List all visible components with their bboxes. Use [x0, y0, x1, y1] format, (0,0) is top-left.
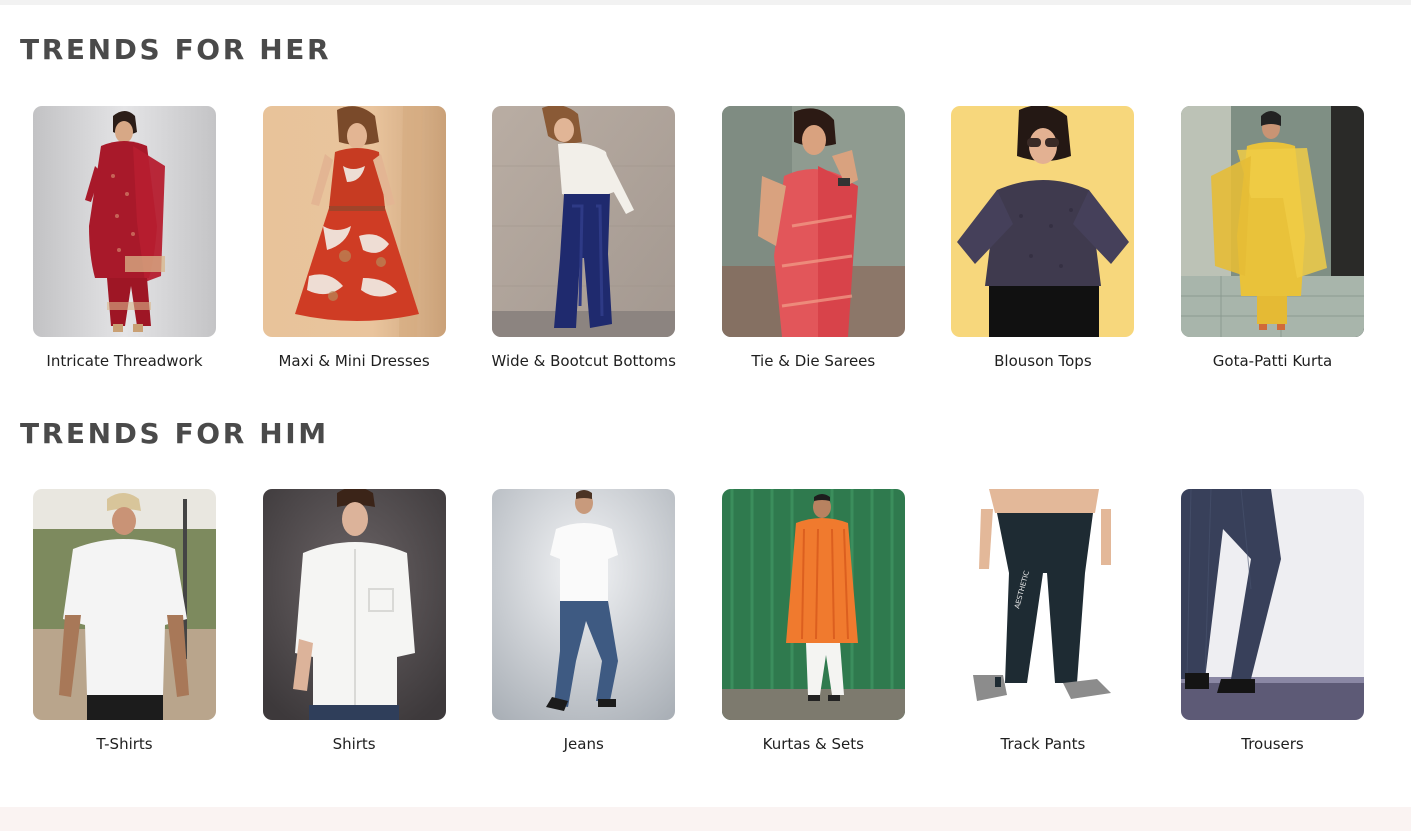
- card-label[interactable]: Wide & Bootcut Bottoms: [472, 352, 695, 370]
- section-title-her: TRENDS FOR HER: [20, 33, 332, 66]
- card-shirts[interactable]: Shirts: [262, 489, 446, 761]
- man-trousers-photo[interactable]: [1181, 489, 1364, 720]
- man-blue-jeans-photo[interactable]: [492, 489, 676, 720]
- card-track-pants[interactable]: AESTHETIC Track Pants: [951, 489, 1135, 761]
- woman-yellow-kurta-photo[interactable]: [1181, 106, 1364, 337]
- card-label[interactable]: Jeans: [472, 735, 695, 753]
- her-trends-grid: Intricate Threadwork Maxi & Mini Dresses…: [33, 106, 1364, 378]
- card-jeans[interactable]: Jeans: [492, 489, 676, 761]
- card-tie-die-sarees[interactable]: Tie & Die Sarees: [721, 106, 905, 378]
- man-track-pants-photo[interactable]: AESTHETIC: [951, 489, 1135, 720]
- card-wide-bootcut-bottoms[interactable]: Wide & Bootcut Bottoms: [491, 106, 676, 378]
- card-label[interactable]: Shirts: [243, 735, 466, 753]
- card-gota-patti-kurta[interactable]: Gota-Patti Kurta: [1181, 106, 1364, 378]
- card-label[interactable]: Gota-Patti Kurta: [1161, 352, 1384, 370]
- card-label[interactable]: Trousers: [1161, 735, 1384, 753]
- man-white-shirt-photo[interactable]: [262, 489, 446, 720]
- woman-red-saree-photo[interactable]: [721, 106, 905, 337]
- footer-strip: [0, 807, 1411, 831]
- him-trends-grid: T-Shirts Shirts Jeans Kurtas & Sets AEST…: [33, 489, 1364, 761]
- card-t-shirts[interactable]: T-Shirts: [33, 489, 216, 761]
- card-label[interactable]: Tie & Die Sarees: [702, 352, 925, 370]
- card-trousers[interactable]: Trousers: [1181, 489, 1364, 761]
- woman-printed-dress-photo[interactable]: [262, 106, 446, 337]
- card-kurtas-sets[interactable]: Kurtas & Sets: [721, 489, 905, 761]
- woman-velvet-bootcut-photo[interactable]: [492, 106, 676, 337]
- card-blouson-tops[interactable]: Blouson Tops: [951, 106, 1135, 378]
- man-white-tshirt-photo[interactable]: [33, 489, 216, 720]
- card-maxi-mini-dresses[interactable]: Maxi & Mini Dresses: [262, 106, 446, 378]
- woman-red-kurta-photo[interactable]: [33, 106, 216, 337]
- card-label[interactable]: Kurtas & Sets: [702, 735, 925, 753]
- card-label[interactable]: Intricate Threadwork: [13, 352, 236, 370]
- man-orange-kurta-photo[interactable]: [721, 489, 905, 720]
- card-label[interactable]: T-Shirts: [13, 735, 236, 753]
- card-label[interactable]: Blouson Tops: [931, 352, 1154, 370]
- section-title-him: TRENDS FOR HIM: [20, 417, 329, 450]
- card-label[interactable]: Maxi & Mini Dresses: [243, 352, 466, 370]
- woman-blouson-top-photo[interactable]: [951, 106, 1135, 337]
- card-label[interactable]: Track Pants: [931, 735, 1154, 753]
- top-divider: [0, 0, 1411, 5]
- card-intricate-threadwork[interactable]: Intricate Threadwork: [33, 106, 216, 378]
